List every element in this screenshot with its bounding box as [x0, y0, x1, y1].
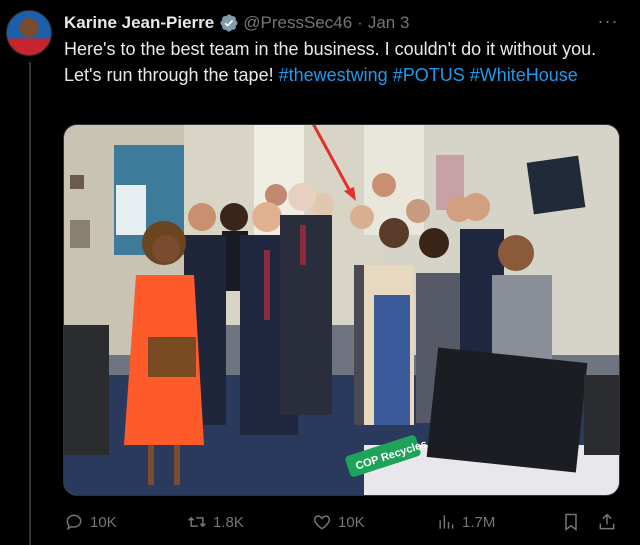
verified-badge-icon[interactable] — [219, 13, 239, 33]
tweet-photo[interactable]: COP Recycles — [63, 124, 620, 496]
tweet-text: Here's to the best team in the business.… — [64, 36, 620, 88]
hashtag-thewestwing[interactable]: #thewestwing — [279, 65, 388, 85]
more-options-icon[interactable]: ··· — [596, 10, 620, 34]
views-button[interactable]: 1.7M — [436, 508, 495, 536]
bookmark-button[interactable] — [561, 508, 587, 536]
retweet-count: 1.8K — [213, 513, 244, 531]
retweet-button[interactable]: 1.8K — [187, 508, 244, 536]
tweet-date[interactable]: Jan 3 — [368, 13, 410, 33]
like-button[interactable]: 10K — [312, 508, 365, 536]
reply-icon — [66, 514, 82, 531]
author-handle[interactable]: @PressSec46 — [243, 13, 352, 33]
views-count: 1.7M — [462, 513, 496, 531]
retweet-icon — [188, 516, 206, 528]
hashtag-whitehouse[interactable]: #WhiteHouse — [470, 65, 578, 85]
like-count: 10K — [338, 513, 365, 531]
author-avatar[interactable] — [6, 10, 52, 56]
views-icon — [439, 515, 454, 529]
header-separator: · — [357, 13, 363, 32]
heart-icon — [313, 515, 331, 530]
group-photo-illustration: COP Recycles — [64, 125, 619, 495]
bookmark-icon — [565, 513, 577, 531]
tweet-header: Karine Jean-Pierre @PressSec46 · Jan 3 — [64, 12, 409, 34]
hashtag-potus[interactable]: #POTUS — [393, 65, 465, 85]
author-name[interactable]: Karine Jean-Pierre — [64, 13, 214, 33]
share-icon — [599, 513, 615, 530]
tweet-actions: 10K 1.8K 10K 1.7M — [64, 508, 620, 536]
share-button[interactable] — [597, 508, 623, 536]
thread-line — [29, 62, 31, 545]
reply-count: 10K — [90, 513, 117, 531]
reply-button[interactable]: 10K — [64, 508, 117, 536]
